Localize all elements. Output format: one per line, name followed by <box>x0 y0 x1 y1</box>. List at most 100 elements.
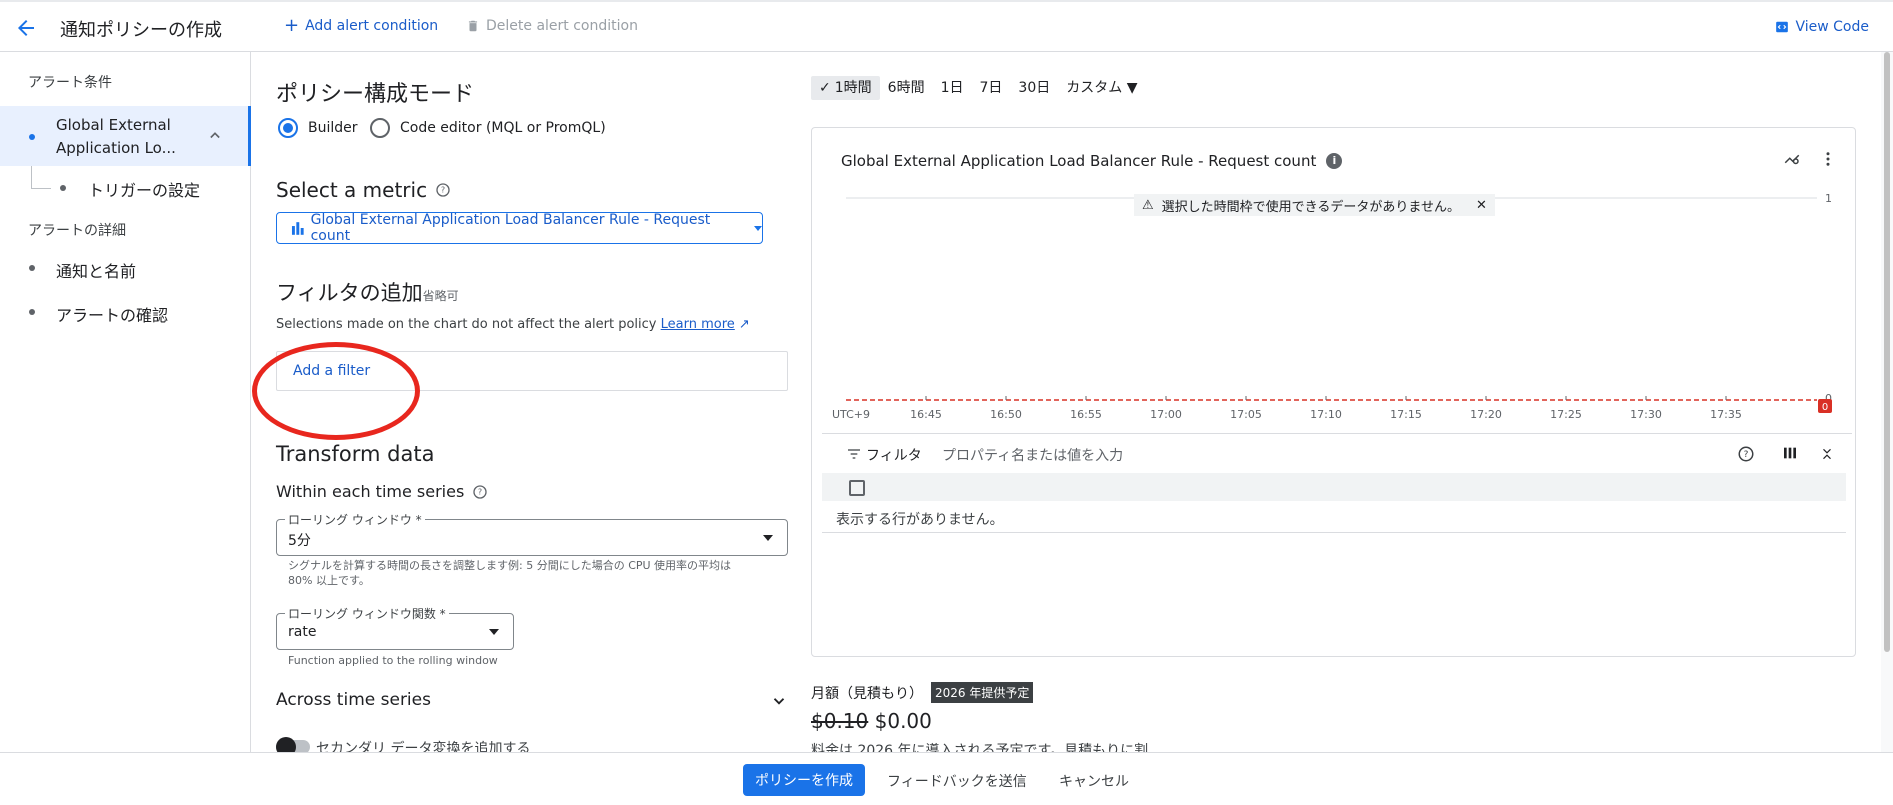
red-annotation-circle <box>252 342 420 440</box>
step-dot-icon <box>29 265 35 271</box>
help-icon[interactable]: ? <box>435 182 451 198</box>
chevron-up-icon[interactable] <box>205 125 225 145</box>
step-dot-icon <box>60 185 66 191</box>
chart-card: Global External Application Load Balance… <box>811 127 1856 657</box>
close-icon[interactable]: ✕ <box>1476 198 1487 213</box>
delete-alert-condition-label: Delete alert condition <box>486 18 638 34</box>
x-tick-label: 16:55 <box>1070 408 1102 421</box>
radio-builder[interactable]: Builder <box>278 118 358 138</box>
time-range-label: 6時間 <box>887 80 925 96</box>
sidebar-section-alert-details: アラートの詳細 <box>28 223 126 239</box>
view-code-button[interactable]: View Code <box>1775 19 1869 35</box>
sidebar-item-notification[interactable]: 通知と名前 <box>56 258 136 282</box>
back-arrow-icon[interactable] <box>14 16 38 40</box>
delete-alert-condition-button[interactable]: Delete alert condition <box>466 18 638 34</box>
filter-list-icon <box>848 449 860 459</box>
radio-builder-label: Builder <box>308 120 358 136</box>
select-metric-button[interactable]: Global External Application Load Balance… <box>276 212 763 244</box>
select-all-checkbox[interactable] <box>849 480 865 496</box>
time-range-label: 1時間 <box>834 80 872 96</box>
tree-line <box>31 166 32 188</box>
top-bar: 通知ポリシーの作成 + Add alert condition Delete a… <box>0 0 1893 52</box>
rolling-function-help: Function applied to the rolling window <box>288 654 498 667</box>
vertical-scrollbar[interactable] <box>1881 52 1893 752</box>
dropdown-arrow-icon <box>489 629 499 635</box>
learn-more-link[interactable]: Learn more <box>661 317 735 332</box>
page-title: 通知ポリシーの作成 <box>60 20 222 41</box>
table-header-row <box>822 473 1846 501</box>
x-tick-label: 17:20 <box>1470 408 1502 421</box>
step-dot-icon <box>29 134 35 140</box>
rolling-window-select[interactable]: ローリング ウィンドウ * 5分 <box>276 511 788 556</box>
code-icon <box>1776 21 1789 33</box>
column-settings-icon[interactable] <box>1782 445 1798 461</box>
x-tick-label: 16:50 <box>990 408 1022 421</box>
help-icon[interactable]: ? <box>472 484 488 500</box>
chevron-down-icon <box>773 698 785 705</box>
time-range-5[interactable]: カスタム ▼ <box>1058 76 1145 100</box>
filter-input[interactable]: プロパティ名または値を入力 <box>942 445 1123 465</box>
table-filter-bar: フィルタ プロパティ名または値を入力 ? <box>822 433 1852 473</box>
empty-table-message: 表示する行がありません。 <box>836 512 1004 528</box>
tree-branch <box>31 188 51 189</box>
x-tick-label: 17:30 <box>1630 408 1662 421</box>
time-range-4[interactable]: 30日 <box>1010 76 1058 100</box>
cost-label: 月額（見積もり） <box>811 685 923 702</box>
no-data-banner: ⚠ 選択した時間枠で使用できるデータがありません。 ✕ <box>1134 194 1495 216</box>
sidebar-item-condition[interactable]: Global External Application Lo... <box>0 106 251 166</box>
bar-chart-icon <box>291 222 304 235</box>
create-policy-button[interactable]: ポリシーを作成 <box>743 764 865 796</box>
check-icon: ✓ <box>819 80 831 96</box>
add-alert-condition-button[interactable]: + Add alert condition <box>284 17 439 35</box>
y-tick-label: 1 <box>1825 192 1832 205</box>
step-dot-icon <box>29 309 35 315</box>
warning-icon: ⚠ <box>1142 197 1154 213</box>
sidebar-item-review[interactable]: アラートの確認 <box>56 302 168 326</box>
explore-chart-icon[interactable] <box>1783 150 1801 168</box>
time-range-selector: ✓ 1時間 6時間 1日 7日 30日 カスタム ▼ <box>811 76 1145 100</box>
time-range-3[interactable]: 7日 <box>972 76 1011 100</box>
threshold-badge-label: 0 <box>1822 402 1828 413</box>
external-link-icon: ↗ <box>734 317 750 332</box>
radio-code-editor-label: Code editor (MQL or PromQL) <box>400 120 606 136</box>
across-time-series-header[interactable]: Across time series <box>276 690 788 710</box>
x-tick-label: 17:35 <box>1710 408 1742 421</box>
cancel-button[interactable]: キャンセル <box>1059 771 1129 791</box>
optional-tag: 省略可 <box>422 289 459 303</box>
send-feedback-button[interactable]: フィードバックを送信 <box>887 771 1027 791</box>
rolling-function-select[interactable]: ローリング ウィンドウ関数 * rate <box>276 605 514 650</box>
sidebar-item-condition-label: Global External Application Lo... <box>56 116 176 157</box>
time-range-label: カスタム <box>1066 80 1123 96</box>
condition-form: ポリシー構成モード Builder Code editor (MQL or Pr… <box>252 52 792 757</box>
rolling-function-value: rate <box>288 624 317 640</box>
filter-title-row: フィルタの追加省略可 <box>276 277 459 307</box>
time-range-0[interactable]: ✓ 1時間 <box>811 76 880 100</box>
svg-text:?: ? <box>1744 450 1749 460</box>
metric-title-row: Select a metric ? <box>276 178 451 202</box>
add-alert-condition-label: Add alert condition <box>305 18 439 34</box>
cost-estimate-row: 月額（見積もり） 2026 年提供予定 <box>811 682 1034 703</box>
svg-text:?: ? <box>478 487 482 496</box>
sidebar-item-trigger[interactable]: トリガーの設定 <box>88 177 200 201</box>
x-axis-timezone: UTC+9 <box>832 408 870 421</box>
radio-code-editor[interactable]: Code editor (MQL or PromQL) <box>370 118 606 138</box>
more-vert-icon[interactable] <box>1819 150 1837 168</box>
chart-actions <box>1783 150 1837 168</box>
time-range-2[interactable]: 1日 <box>933 76 972 100</box>
x-tick-label: 17:10 <box>1310 408 1342 421</box>
selected-metric-label: Global External Application Load Balance… <box>310 212 711 244</box>
collapse-icon[interactable] <box>1820 445 1834 463</box>
filter-title: フィルタの追加 <box>276 281 423 305</box>
across-title: Across time series <box>276 690 431 710</box>
svg-text:?: ? <box>441 186 445 195</box>
old-price: $0.10 <box>811 709 869 733</box>
x-tick-label: 16:45 <box>910 408 942 421</box>
rolling-function-label: ローリング ウィンドウ関数 * <box>285 605 449 622</box>
transform-title: Transform data <box>276 442 435 466</box>
help-icon[interactable]: ? <box>1737 445 1755 463</box>
scrollbar-thumb[interactable] <box>1884 52 1890 652</box>
dropdown-arrow-icon: ▼ <box>1122 80 1138 96</box>
info-icon[interactable]: i <box>1326 153 1343 169</box>
chart-title: Global External Application Load Balance… <box>841 152 1317 170</box>
time-range-1[interactable]: 6時間 <box>880 76 933 100</box>
